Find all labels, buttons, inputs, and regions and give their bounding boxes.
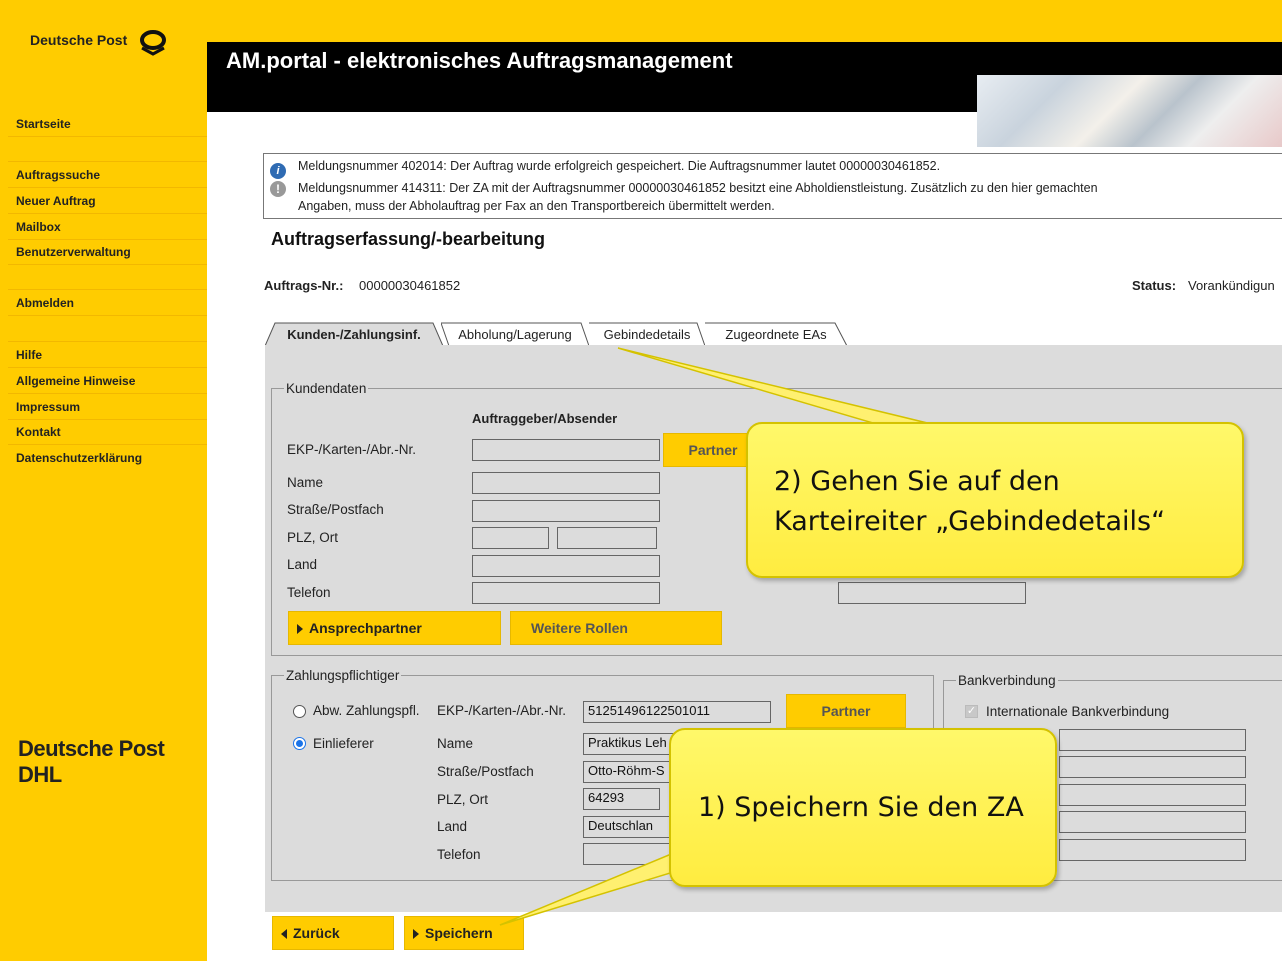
callout-step2-line2: Karteireiter „Gebindedetails“ [774,506,1166,537]
callout-step2: 2) Gehen Sie auf den Karteireiter „Gebin… [746,422,1244,578]
callout-step1: 1) Speichern Sie den ZA [669,728,1057,887]
callout-step2-line1: 2) Gehen Sie auf den [774,466,1060,497]
callout-step1-text: 1) Speichern Sie den ZA [698,792,1024,823]
